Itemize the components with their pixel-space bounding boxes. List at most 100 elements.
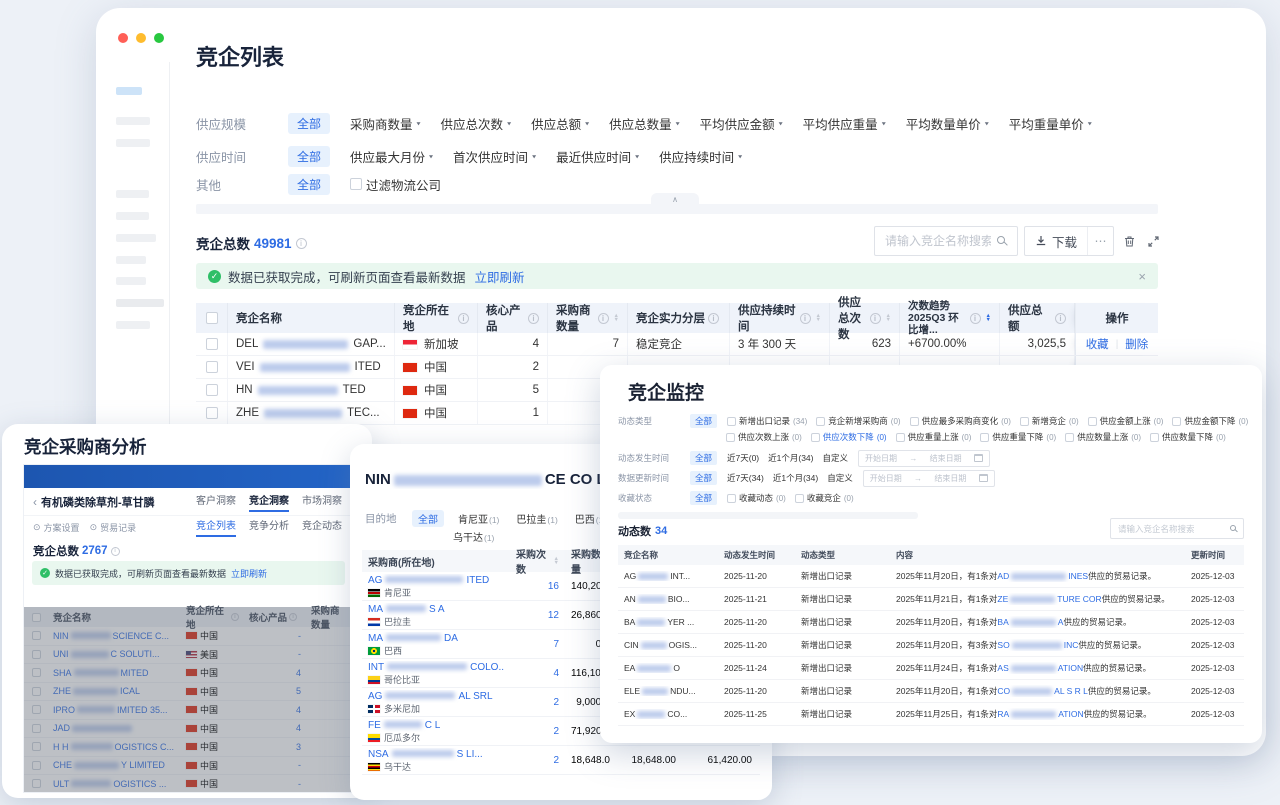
competitor-name-link[interactable]: CHEY LIMITED bbox=[48, 757, 181, 775]
download-button[interactable]: 下载 bbox=[1025, 227, 1087, 255]
filter-dropdown[interactable]: 平均供应重量▾ bbox=[803, 114, 886, 133]
purchaser-name-link[interactable]: NSAS LI... bbox=[368, 748, 504, 761]
sidebar-item[interactable] bbox=[116, 139, 150, 147]
favorite-button[interactable]: 收藏 bbox=[1086, 336, 1109, 352]
sidebar-item-active[interactable] bbox=[116, 87, 142, 95]
row-checkbox[interactable] bbox=[32, 668, 41, 677]
minimize-window-icon[interactable] bbox=[136, 33, 146, 43]
type-checkbox-item[interactable]: 供应金额上涨(0) bbox=[1088, 415, 1164, 427]
filter-all-chip[interactable]: 全部 bbox=[288, 174, 330, 195]
filter-all-chip[interactable]: 全部 bbox=[288, 113, 330, 134]
purchaser-name-link[interactable]: MADA bbox=[368, 632, 504, 645]
more-options-button[interactable]: ⋯ bbox=[1087, 227, 1113, 255]
sort-icon-active[interactable]: ▲▼ bbox=[986, 314, 991, 322]
filter-all-chip[interactable]: 全部 bbox=[690, 451, 717, 465]
row-checkbox[interactable] bbox=[32, 650, 41, 659]
time-option[interactable]: 近1个月(34) bbox=[773, 472, 818, 484]
purchase-times-link[interactable]: 2 bbox=[510, 697, 565, 708]
purchaser-name-link[interactable]: AGITED bbox=[368, 574, 504, 587]
type-checkbox-item[interactable]: 供应最多采购商变化(0) bbox=[910, 415, 1011, 427]
analysis-subtab[interactable]: 竞争分析 bbox=[249, 517, 289, 537]
column-amount[interactable]: 供应总额 bbox=[1008, 302, 1052, 334]
filter-dropdown[interactable]: 供应最大月份▾ bbox=[350, 147, 433, 166]
type-checkbox-item[interactable]: 竞企新增采购商(0) bbox=[816, 415, 900, 427]
filter-dropdown[interactable]: 平均供应金额▾ bbox=[700, 114, 783, 133]
filter-dropdown[interactable]: 最近供应时间▾ bbox=[556, 147, 639, 166]
filter-all-chip[interactable]: 全部 bbox=[690, 491, 717, 505]
search-input[interactable] bbox=[1111, 520, 1243, 539]
filter-all-chip[interactable]: 全部 bbox=[690, 471, 717, 485]
row-checkbox[interactable] bbox=[32, 761, 41, 770]
core-products-link[interactable]: - bbox=[244, 646, 306, 664]
competitor-name-link[interactable]: IPROIMITED 35... bbox=[48, 701, 181, 719]
competitor-name-link[interactable]: EAO bbox=[618, 663, 718, 673]
sort-icon[interactable]: ▲▼ bbox=[614, 314, 619, 322]
type-checkbox-item[interactable]: 供应金额下降(0) bbox=[1172, 415, 1248, 427]
core-products-link[interactable]: 1 bbox=[478, 402, 548, 424]
purchaser-name-link[interactable]: MAS A bbox=[368, 603, 504, 616]
select-all-checkbox[interactable] bbox=[32, 613, 41, 622]
filter-dropdown[interactable]: 平均数量单价▾ bbox=[906, 114, 989, 133]
competitor-name-link[interactable]: H HOGISTICS C... bbox=[48, 738, 181, 756]
competitor-name-link[interactable]: VEIITED bbox=[228, 356, 395, 378]
purchaser-name-link[interactable]: AGAL SRL bbox=[368, 690, 504, 703]
checkbox[interactable] bbox=[811, 433, 820, 442]
competitor-name-link[interactable]: SHAMITED bbox=[48, 664, 181, 682]
competitor-name-link[interactable]: BAYER ... bbox=[618, 617, 718, 627]
core-products-link[interactable]: 4 bbox=[244, 701, 306, 719]
delete-button[interactable] bbox=[1121, 233, 1137, 249]
sidebar-item[interactable] bbox=[116, 256, 146, 264]
core-products-link[interactable]: 2 bbox=[478, 356, 548, 378]
analysis-tab[interactable]: 客户洞察 bbox=[196, 492, 236, 512]
checkbox[interactable] bbox=[1065, 433, 1074, 442]
select-all-checkbox[interactable] bbox=[206, 312, 218, 324]
type-checkbox-item[interactable]: 供应数量下降(0) bbox=[1150, 431, 1226, 443]
column-buyers[interactable]: 采购商数量 bbox=[556, 302, 595, 334]
core-products-link[interactable]: - bbox=[244, 627, 306, 645]
competitor-name-link[interactable]: AGINT... bbox=[618, 571, 718, 581]
row-checkbox[interactable] bbox=[32, 742, 41, 751]
competitor-name-link[interactable]: ULTOGISTICS ... bbox=[48, 775, 181, 793]
filter-dropdown[interactable]: 供应持续时间▾ bbox=[659, 147, 742, 166]
purchase-times-link[interactable]: 7 bbox=[510, 639, 565, 650]
time-option[interactable]: 近1个月(34) bbox=[768, 452, 813, 464]
column-times[interactable]: 采购次数▲▼ bbox=[510, 550, 565, 572]
checkbox[interactable] bbox=[910, 417, 919, 426]
core-products-link[interactable]: 4 bbox=[244, 720, 306, 738]
search-icon[interactable] bbox=[997, 236, 1005, 244]
filter-all-chip[interactable]: 全部 bbox=[690, 414, 717, 428]
purchase-times-link[interactable]: 16 bbox=[510, 581, 565, 592]
sidebar-item[interactable] bbox=[116, 117, 150, 125]
row-checkbox[interactable] bbox=[32, 687, 41, 696]
sidebar-item[interactable] bbox=[116, 277, 146, 285]
sidebar-item[interactable] bbox=[116, 212, 149, 220]
destination-option[interactable]: 巴拉圭(1) bbox=[516, 511, 557, 526]
sidebar-item[interactable] bbox=[116, 299, 164, 307]
search-icon[interactable] bbox=[1230, 525, 1236, 531]
checkbox[interactable] bbox=[795, 494, 804, 503]
analysis-tab[interactable]: 市场洞察 bbox=[302, 492, 342, 512]
filter-dropdown[interactable]: 供应总次数▾ bbox=[441, 114, 512, 133]
core-products-link[interactable]: - bbox=[244, 757, 306, 775]
checkbox[interactable] bbox=[727, 417, 736, 426]
buyer-count-link[interactable]: 7 bbox=[548, 333, 628, 355]
back-icon[interactable]: ‹ bbox=[33, 495, 37, 509]
core-products-link[interactable]: - bbox=[244, 775, 306, 793]
maximize-window-icon[interactable] bbox=[154, 33, 164, 43]
type-checkbox-item[interactable]: 供应重量下降(0) bbox=[980, 431, 1056, 443]
time-option[interactable]: 自定义 bbox=[827, 472, 853, 484]
competitor-name-link[interactable]: ELENDU... bbox=[618, 686, 718, 696]
type-checkbox-item[interactable]: 新增出口记录(34) bbox=[727, 415, 807, 427]
row-checkbox[interactable] bbox=[32, 724, 41, 733]
competitor-name-link[interactable]: HNTED bbox=[228, 379, 395, 401]
column-name[interactable]: 竞企名称 bbox=[236, 310, 282, 326]
type-checkbox-item[interactable]: 供应次数上涨(0) bbox=[726, 431, 802, 443]
favorite-checkbox-item[interactable]: 收藏竞企(0) bbox=[795, 492, 854, 504]
competitor-name-link[interactable]: CINOGIS... bbox=[618, 640, 718, 650]
toolbar-item[interactable]: ⊙方案设置 bbox=[33, 521, 80, 534]
checkbox[interactable] bbox=[1172, 417, 1181, 426]
purchase-times-link[interactable]: 2 bbox=[510, 726, 565, 737]
checkbox[interactable] bbox=[727, 494, 736, 503]
column-place[interactable]: 竞企所在地 bbox=[403, 302, 455, 334]
date-range-input[interactable]: 开始日期 → 结束日期 bbox=[858, 450, 990, 467]
